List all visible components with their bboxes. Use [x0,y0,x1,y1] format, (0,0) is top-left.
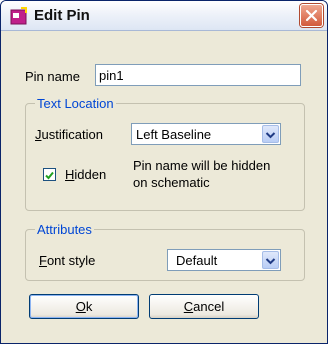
app-icon [10,7,28,25]
font-style-value: Default [176,253,218,268]
checkmark-icon [45,171,54,180]
justification-dropdown-button[interactable] [262,125,279,143]
hidden-checkbox[interactable] [43,168,56,181]
close-icon [305,9,318,22]
window-title: Edit Pin [34,7,90,24]
edit-pin-dialog: Edit Pin Pin name Text Location Justific… [0,0,328,344]
attributes-legend: Attributes [35,222,94,237]
hidden-note-line2: on schematic [133,175,210,190]
hidden-label[interactable]: Hidden [65,167,106,182]
justification-value: Left Baseline [136,127,212,142]
justification-select[interactable]: Left Baseline [131,123,281,145]
text-location-legend: Text Location [35,96,116,111]
ok-button[interactable]: Ok [29,294,139,319]
pin-name-input[interactable] [95,64,301,86]
close-button[interactable] [300,4,323,27]
chevron-down-icon [265,132,276,139]
pin-name-label: Pin name [25,69,80,84]
text-location-group [25,103,305,211]
justification-label: Justification [35,127,103,142]
hidden-note-line1: Pin name will be hidden [133,158,271,173]
font-style-dropdown-button[interactable] [262,251,279,269]
font-style-select[interactable]: Default [167,249,281,271]
title-bar[interactable]: Edit Pin [1,1,327,31]
font-style-label: Font style [39,253,96,268]
cancel-button[interactable]: Cancel [149,294,259,319]
chevron-down-icon [265,258,276,265]
